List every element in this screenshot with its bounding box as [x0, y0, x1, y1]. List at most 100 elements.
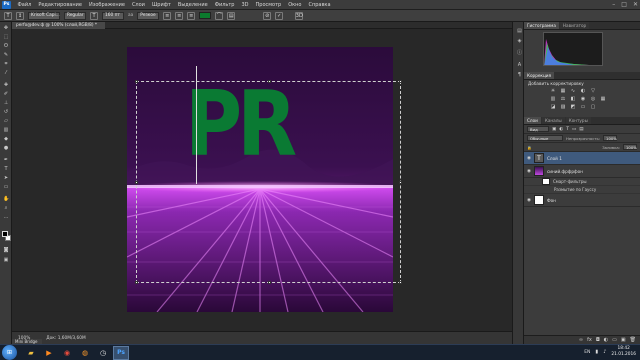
font-style-select[interactable]: Regular [64, 11, 86, 20]
volume-icon[interactable]: ♪ [603, 349, 606, 355]
network-icon[interactable]: ▮ [595, 349, 598, 355]
smart-filters-row[interactable]: Смарт-фильтры [524, 178, 640, 186]
handle-top[interactable] [268, 80, 271, 83]
tab-navigator[interactable]: Навигатор [559, 22, 590, 29]
layer-filter-select[interactable]: Вид [527, 126, 549, 132]
crop-tool-icon[interactable]: ⌗ [3, 61, 9, 67]
color-swatches[interactable] [2, 231, 11, 241]
commit-icon[interactable]: ✓ [275, 11, 284, 20]
handle-bottom-left[interactable] [135, 281, 138, 284]
handle-bottom-right[interactable] [399, 281, 402, 284]
new-group-icon[interactable]: ▭ [612, 337, 617, 343]
zoom-tool-icon[interactable]: ⌕ [3, 205, 9, 211]
visibility-eye-icon[interactable]: ◉ [524, 169, 534, 174]
document-tab[interactable]: perfo@dev.ф @ 100% (слой,RGB/8) * [12, 22, 106, 29]
text-tool-icon[interactable]: T [4, 11, 12, 20]
firefox-icon[interactable]: ◍ [77, 346, 93, 360]
menu-select[interactable]: Выделение [174, 0, 211, 10]
move-tool-icon[interactable]: ✥ [3, 25, 9, 31]
menu-filter[interactable]: Фильтр [211, 0, 238, 10]
warp-text-icon[interactable]: ⌒ [215, 11, 224, 20]
hand-tool-icon[interactable]: ✋ [3, 196, 9, 202]
clone-stamp-tool-icon[interactable]: ⊥ [3, 100, 9, 106]
layer-row[interactable]: ◉ синий.фрфрфон [524, 165, 640, 178]
tab-paths[interactable]: Контуры [565, 117, 591, 124]
menu-help[interactable]: Справка [305, 0, 334, 10]
eraser-tool-icon[interactable]: ▱ [3, 118, 9, 124]
pen-tool-icon[interactable]: ✒ [3, 157, 9, 163]
threshold-icon[interactable]: ◩ [570, 104, 576, 110]
text-color-swatch[interactable] [199, 12, 212, 19]
document-info[interactable]: Док: 1,60М/3,60М [46, 336, 85, 341]
color-balance-icon[interactable]: ⚖ [560, 96, 566, 102]
brush-tool-icon[interactable]: ✐ [3, 91, 9, 97]
new-layer-icon[interactable]: ▣ [621, 337, 626, 343]
properties-panel-icon[interactable]: ◈ [516, 38, 523, 44]
healing-tool-icon[interactable]: ✚ [3, 82, 9, 88]
lasso-tool-icon[interactable]: ʘ [3, 43, 9, 49]
antialias-select[interactable]: Резкое [137, 11, 160, 20]
history-panel-icon[interactable]: ▤ [516, 28, 523, 34]
layer-row[interactable]: ◉ Фон [524, 194, 640, 207]
layer-style-icon[interactable]: fx [587, 337, 592, 343]
menu-image[interactable]: Изображение [85, 0, 128, 10]
photo-filter-icon[interactable]: ◉ [580, 96, 586, 102]
invert-icon[interactable]: ◪ [550, 104, 556, 110]
align-center-icon[interactable]: ≡ [175, 11, 184, 20]
handle-bottom[interactable] [268, 281, 271, 284]
language-indicator[interactable]: EN [584, 350, 590, 355]
clock-app-icon[interactable]: ◷ [95, 346, 111, 360]
delete-layer-icon[interactable]: 🗑 [630, 337, 636, 343]
visibility-eye-icon[interactable]: ◉ [524, 198, 534, 203]
transform-bounding-box[interactable] [135, 80, 402, 284]
selective-color-icon[interactable]: ▢ [590, 104, 596, 110]
curves-icon[interactable]: ∿ [570, 88, 576, 94]
font-size-select[interactable]: 160 пт [102, 11, 124, 20]
filter-shape-icon[interactable]: ▭ [572, 127, 576, 132]
info-panel-icon[interactable]: ⓘ [516, 50, 523, 56]
tab-layers[interactable]: Слои [524, 117, 541, 124]
gaussian-blur-row[interactable]: Размытие по Гауссу [524, 186, 640, 194]
visibility-eye-icon[interactable]: ◉ [524, 156, 534, 161]
gradient-tool-icon[interactable]: ▥ [3, 127, 9, 133]
screen-mode-icon[interactable]: ▣ [3, 257, 9, 263]
character-panel-icon[interactable]: A [516, 62, 523, 68]
filter-adjust-icon[interactable]: ◐ [559, 127, 563, 132]
brightness-icon[interactable]: ☀ [550, 88, 556, 94]
hue-saturation-icon[interactable]: ▥ [550, 96, 556, 102]
exposure-icon[interactable]: ◐ [580, 88, 586, 94]
tab-channels[interactable]: Каналы [541, 117, 565, 124]
menu-type[interactable]: Шрифт [148, 0, 174, 10]
menu-file[interactable]: Файл [14, 0, 35, 10]
menu-edit[interactable]: Редактирование [35, 0, 86, 10]
close-icon[interactable]: ✕ [633, 1, 638, 8]
start-button[interactable]: ⊞ [2, 345, 17, 360]
type-tool-icon[interactable]: T [3, 166, 9, 172]
tab-histogram[interactable]: Гистограмма [524, 22, 559, 29]
edit-toolbar-icon[interactable]: … [3, 214, 9, 220]
menu-3d[interactable]: 3D [238, 0, 252, 10]
explorer-icon[interactable]: ▰ [23, 346, 39, 360]
fill-field[interactable]: 100% [623, 144, 637, 150]
eyedropper-tool-icon[interactable]: ⁄ [3, 70, 9, 76]
character-panel-icon[interactable]: ▤ [227, 11, 236, 20]
handle-right[interactable] [399, 181, 402, 184]
opacity-field[interactable]: 100% [603, 135, 618, 141]
filter-pixel-icon[interactable]: ▣ [552, 127, 556, 132]
filter-smart-icon[interactable]: ▤ [579, 127, 583, 132]
menu-view[interactable]: Просмотр [252, 0, 285, 10]
media-player-icon[interactable]: ▶ [41, 346, 57, 360]
path-select-tool-icon[interactable]: ➤ [3, 175, 9, 181]
filter-type-icon[interactable]: T [566, 127, 569, 132]
cancel-icon[interactable]: ⊘ [263, 11, 272, 20]
handle-top-right[interactable] [399, 80, 402, 83]
blend-mode-select[interactable]: Обычные [527, 135, 563, 141]
font-family-select[interactable]: Krisoft Capi... [28, 11, 60, 20]
gradient-map-icon[interactable]: ▭ [580, 104, 586, 110]
black-white-icon[interactable]: ◧ [570, 96, 576, 102]
color-lookup-icon[interactable]: ▦ [600, 96, 606, 102]
marquee-tool-icon[interactable]: ⬚ [3, 34, 9, 40]
add-mask-icon[interactable]: ◘ [596, 337, 600, 343]
shape-tool-icon[interactable]: ▭ [3, 184, 9, 190]
posterize-icon[interactable]: ▨ [560, 104, 566, 110]
